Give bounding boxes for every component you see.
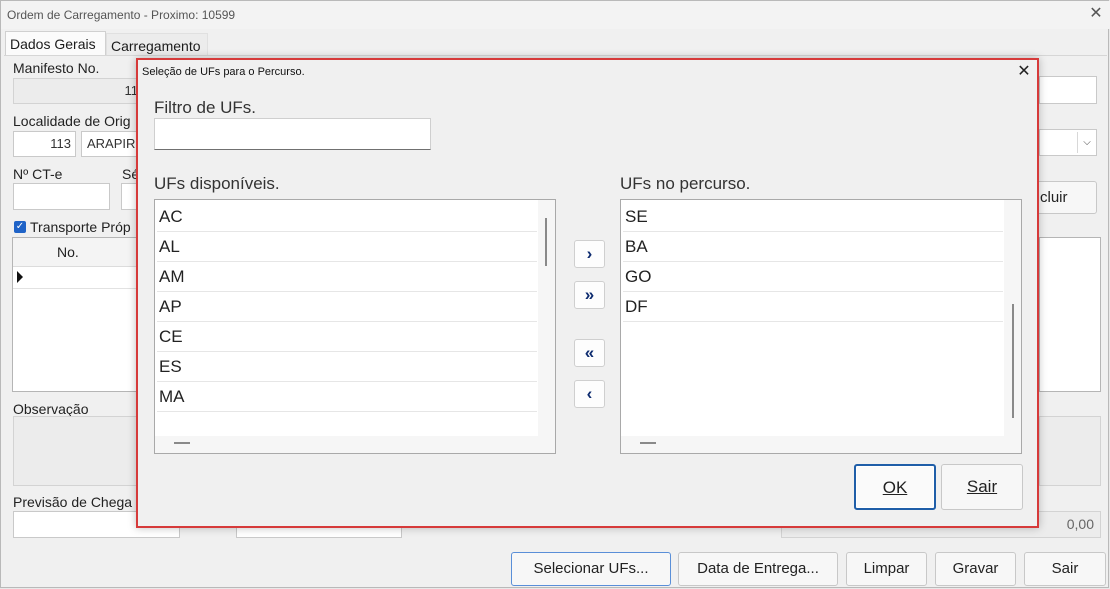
list-item[interactable]: SE [623,202,1003,232]
dialog-close-icon[interactable]: ✕ [1014,62,1034,82]
window-titlebar: Ordem de Carregamento - Proximo: 10599 ✕ [1,1,1110,29]
ct-label: Nº CT-e [13,166,63,182]
tab-dados-gerais[interactable]: Dados Gerais [5,31,106,55]
right-grid[interactable] [1039,237,1101,392]
grid-header-no: No. [57,244,79,260]
filter-label: Filtro de UFs. [154,98,257,117]
move-left-button[interactable]: ‹ [574,380,605,408]
localidade-label: Localidade de Orig [13,113,131,129]
list-item[interactable]: AM [157,262,537,292]
ok-button[interactable]: OK [854,464,936,510]
move-right-button[interactable]: › [574,240,605,268]
route-label: UFs no percurso. [620,174,751,193]
route-vscroll-thumb[interactable] [1012,304,1014,418]
row-pointer-icon [17,271,23,283]
available-hscrollbar[interactable] [155,436,555,453]
chevron-left-icon: ‹ [586,384,593,403]
incluir-label: cluir [1040,189,1068,206]
data-entrega-button[interactable]: Data de Entrega... [678,552,838,586]
double-chevron-left-icon: « [584,343,595,362]
manifesto-field[interactable]: 11 [13,78,143,104]
list-item[interactable]: CE [157,322,537,352]
available-hscroll-thumb[interactable] [174,442,190,444]
grid-header-row: No. [13,238,151,267]
list-item[interactable]: ES [157,352,537,382]
uf-selection-dialog: Seleção de UFs para o Percurso. ✕ Filtro… [136,58,1039,528]
transporte-checkbox[interactable]: ✓ [14,221,26,233]
transporte-label: Transporte Próp [30,219,131,235]
route-vscrollbar[interactable] [1004,200,1021,436]
observacao-label: Observação [13,401,89,417]
previsao-label: Previsão de Chega [13,494,133,510]
localidade-code: 113 [50,136,71,151]
ok-label: OK [882,478,908,497]
table-row[interactable] [13,266,151,289]
list-item[interactable]: AP [157,292,537,322]
localidade-code-field[interactable]: 113 [13,131,76,157]
incluir-button[interactable]: cluir [1031,181,1097,214]
list-item[interactable]: AL [157,232,537,262]
move-all-left-button[interactable]: « [574,339,605,367]
dialog-title: Seleção de UFs para o Percurso. [142,66,305,78]
available-vscrollbar[interactable] [538,200,555,436]
double-chevron-right-icon: » [584,285,595,304]
list-item[interactable]: MA [157,382,537,412]
tab-carregamento[interactable]: Carregamento [106,33,208,57]
gravar-button[interactable]: Gravar [935,552,1016,586]
ct-field[interactable] [13,183,110,210]
route-hscrollbar[interactable] [621,436,1021,453]
move-all-right-button[interactable]: » [574,281,605,309]
manifesto-label: Manifesto No. [13,60,100,76]
window-title: Ordem de Carregamento - Proximo: 10599 [7,8,236,22]
right-observacao-field[interactable] [1039,416,1101,486]
route-list[interactable]: SE BA GO DF [620,199,1022,454]
list-item[interactable]: GO [623,262,1003,292]
route-hscroll-thumb[interactable] [640,442,656,444]
available-vscroll-thumb[interactable] [545,218,547,266]
selecionar-ufs-button[interactable]: Selecionar UFs... [511,552,671,586]
list-item[interactable]: BA [623,232,1003,262]
list-item[interactable]: AC [157,202,537,232]
sair-main-button[interactable]: Sair [1024,552,1106,586]
chevron-right-icon: › [586,244,593,263]
observacao-field[interactable] [13,416,153,486]
right-top-field[interactable] [1039,76,1097,104]
available-list[interactable]: AC AL AM AP CE ES MA [154,199,556,454]
right-combo[interactable]: ⌵ [1039,129,1097,156]
sair-dialog-label: Sair [966,477,998,496]
available-label: UFs disponíveis. [154,174,280,193]
total-value: 0,00 [1066,516,1094,532]
chevron-down-icon[interactable]: ⌵ [1077,132,1096,153]
list-item[interactable]: DF [623,292,1003,322]
limpar-button[interactable]: Limpar [846,552,927,586]
localidade-name: ARAPIR [87,136,136,151]
window-close-icon[interactable]: ✕ [1085,3,1107,25]
sair-dialog-button[interactable]: Sair [941,464,1023,510]
items-grid[interactable]: No. [12,237,152,392]
filter-input[interactable] [154,118,431,150]
